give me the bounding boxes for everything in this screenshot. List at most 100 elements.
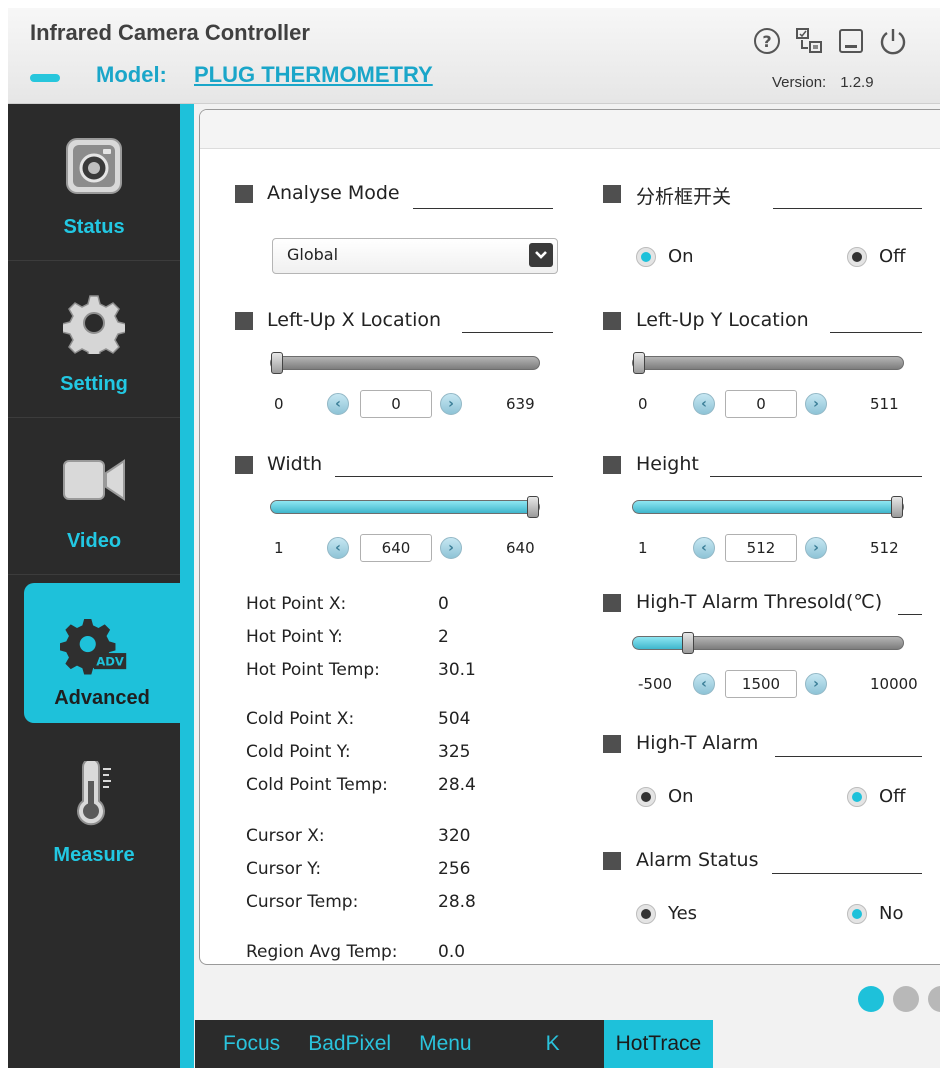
radio-label: No bbox=[879, 903, 904, 924]
sidebar-item-label: Video bbox=[66, 530, 122, 552]
cursor-x-label: Cursor X: bbox=[246, 826, 325, 846]
analysis-box-off-radio[interactable]: Off bbox=[847, 246, 906, 267]
high-t-threshold-max: 10000 bbox=[870, 675, 918, 693]
left-up-y-checkbox[interactable] bbox=[603, 312, 621, 330]
left-up-y-label: Left-Up Y Location bbox=[636, 309, 809, 331]
left-up-x-decrement[interactable]: ‹ bbox=[327, 393, 349, 415]
high-t-alarm-checkbox[interactable] bbox=[603, 735, 621, 753]
divider-line bbox=[710, 476, 922, 477]
slider-handle[interactable] bbox=[271, 352, 283, 374]
tab-focus[interactable]: Focus bbox=[195, 1020, 294, 1068]
sidebar-item-setting[interactable]: Setting bbox=[8, 261, 180, 418]
radio-indicator bbox=[847, 786, 867, 807]
sidebar: Status Setting Video ADV Advanced Measur… bbox=[8, 104, 180, 1068]
advanced-settings-panel: Analyse Mode Global Left-Up X Location 0… bbox=[199, 109, 940, 965]
tab-badpixel[interactable]: BadPixel bbox=[294, 1020, 405, 1068]
sidebar-accent-bar bbox=[180, 104, 194, 1068]
slider-handle[interactable] bbox=[633, 352, 645, 374]
sidebar-item-measure[interactable]: Measure bbox=[8, 732, 180, 888]
width-checkbox[interactable] bbox=[235, 456, 253, 474]
left-up-x-min: 0 bbox=[274, 395, 284, 413]
height-checkbox[interactable] bbox=[603, 456, 621, 474]
radio-label: On bbox=[668, 786, 694, 807]
sidebar-item-advanced[interactable]: ADV Advanced bbox=[24, 583, 180, 723]
high-t-threshold-decrement[interactable]: ‹ bbox=[693, 673, 715, 695]
app-title: Infrared Camera Controller bbox=[30, 20, 310, 45]
alarm-status-checkbox[interactable] bbox=[603, 852, 621, 870]
analyse-mode-checkbox[interactable] bbox=[235, 185, 253, 203]
left-up-y-increment[interactable]: › bbox=[805, 393, 827, 415]
page-dot-2[interactable] bbox=[893, 986, 919, 1012]
model-value-link[interactable]: PLUG THERMOMETRY bbox=[194, 62, 433, 88]
tab-hottrace[interactable]: HotTrace bbox=[603, 1020, 714, 1068]
cursor-x-value: 320 bbox=[438, 826, 471, 846]
radio-label: Off bbox=[879, 786, 906, 807]
height-slider[interactable] bbox=[632, 496, 904, 518]
radio-indicator bbox=[847, 903, 867, 924]
slider-handle[interactable] bbox=[682, 632, 694, 654]
power-icon[interactable] bbox=[876, 24, 910, 58]
slider-fill bbox=[271, 501, 533, 513]
width-decrement[interactable]: ‹ bbox=[327, 537, 349, 559]
width-slider[interactable] bbox=[270, 496, 540, 518]
analysis-box-label: 分析框开关 bbox=[636, 186, 732, 208]
divider-line bbox=[775, 756, 922, 757]
help-icon[interactable]: ? bbox=[750, 24, 784, 58]
hot-point-x-value: 0 bbox=[438, 594, 449, 614]
sidebar-item-video[interactable]: Video bbox=[8, 418, 180, 575]
height-value[interactable]: 512 bbox=[725, 534, 797, 562]
width-value[interactable]: 640 bbox=[360, 534, 432, 562]
slider-handle[interactable] bbox=[891, 496, 903, 518]
divider-line bbox=[773, 208, 922, 209]
divider-line bbox=[830, 332, 922, 333]
version-info: Version: 1.2.9 bbox=[772, 74, 874, 91]
left-up-y-slider[interactable] bbox=[632, 352, 904, 374]
width-max: 640 bbox=[506, 539, 535, 557]
page-dot-3[interactable] bbox=[928, 986, 940, 1012]
high-t-threshold-slider[interactable] bbox=[632, 632, 904, 654]
width-label: Width bbox=[267, 453, 323, 475]
region-avg-temp-value: 0.0 bbox=[438, 942, 466, 962]
divider-line bbox=[898, 614, 922, 615]
model-indicator bbox=[30, 74, 60, 82]
analyse-mode-select[interactable]: Global bbox=[272, 238, 558, 274]
sidebar-item-status[interactable]: Status bbox=[8, 104, 180, 261]
camera-icon bbox=[60, 132, 128, 200]
left-up-x-value[interactable]: 0 bbox=[360, 390, 432, 418]
hot-point-y-label: Hot Point Y: bbox=[246, 627, 343, 647]
alarm-status-no-radio[interactable]: No bbox=[847, 903, 903, 924]
analysis-box-on-radio[interactable]: On bbox=[636, 246, 694, 267]
left-up-x-slider[interactable] bbox=[270, 352, 540, 374]
cold-point-y-label: Cold Point Y: bbox=[246, 742, 351, 762]
cursor-y-value: 256 bbox=[438, 859, 471, 879]
high-t-threshold-increment[interactable]: › bbox=[805, 673, 827, 695]
cold-point-x-label: Cold Point X: bbox=[246, 709, 355, 729]
left-up-y-decrement[interactable]: ‹ bbox=[693, 393, 715, 415]
analysis-box-checkbox[interactable] bbox=[603, 185, 621, 203]
device-switch-icon[interactable] bbox=[792, 24, 826, 58]
left-up-x-increment[interactable]: › bbox=[440, 393, 462, 415]
minimize-icon[interactable] bbox=[834, 24, 868, 58]
slider-fill bbox=[633, 637, 688, 649]
gear-icon bbox=[60, 289, 128, 357]
app-window: Infrared Camera Controller Model: PLUG T… bbox=[8, 8, 940, 1068]
width-increment[interactable]: › bbox=[440, 537, 462, 559]
slider-handle[interactable] bbox=[527, 496, 539, 518]
height-label: Height bbox=[636, 453, 699, 475]
high-t-threshold-checkbox[interactable] bbox=[603, 594, 621, 612]
alarm-status-yes-radio[interactable]: Yes bbox=[636, 903, 697, 924]
height-decrement[interactable]: ‹ bbox=[693, 537, 715, 559]
cursor-temp-label: Cursor Temp: bbox=[246, 892, 359, 912]
tab-menu[interactable]: Menu bbox=[405, 1020, 486, 1068]
hot-point-temp-value: 30.1 bbox=[438, 660, 476, 680]
high-t-alarm-on-radio[interactable]: On bbox=[636, 786, 694, 807]
high-t-alarm-off-radio[interactable]: Off bbox=[847, 786, 906, 807]
high-t-threshold-value[interactable]: 1500 bbox=[725, 670, 797, 698]
tab-k[interactable]: K bbox=[486, 1020, 604, 1068]
left-up-y-value[interactable]: 0 bbox=[725, 390, 797, 418]
analyse-mode-selected: Global bbox=[287, 245, 339, 264]
high-t-threshold-min: -500 bbox=[638, 675, 673, 693]
left-up-x-checkbox[interactable] bbox=[235, 312, 253, 330]
height-increment[interactable]: › bbox=[805, 537, 827, 559]
page-dot-1[interactable] bbox=[858, 986, 884, 1012]
